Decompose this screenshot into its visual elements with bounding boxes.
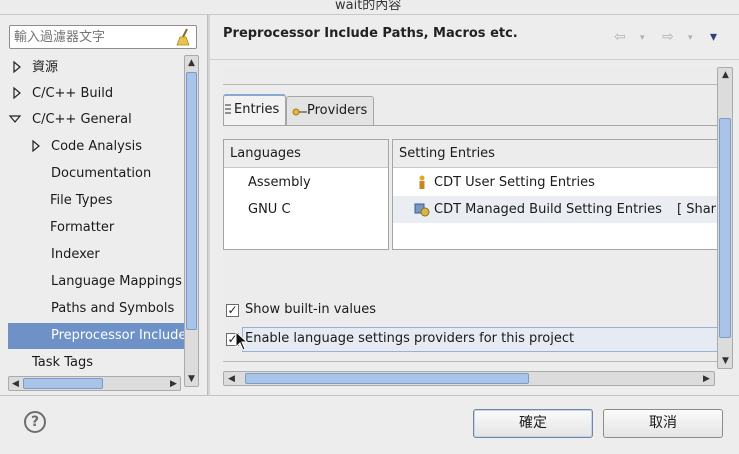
tree-item-label: Code Analysis — [51, 139, 142, 154]
expand-arrow-icon[interactable] — [29, 134, 43, 160]
window-title: wait的內容 — [335, 0, 402, 13]
tree-item-paths-and-symbols[interactable]: Paths and Symbols — [8, 296, 184, 322]
help-icon[interactable]: ? — [24, 411, 46, 433]
separator — [223, 361, 717, 362]
tree-item-label: Formatter — [50, 220, 115, 235]
enable-providers-label[interactable]: Enable language settings providers for t… — [245, 331, 574, 346]
expand-arrow-icon[interactable] — [10, 81, 24, 107]
language-item-gnu-c[interactable]: GNU C — [248, 196, 291, 223]
tab-border — [223, 125, 717, 126]
tree-item-documentation[interactable]: Documentation — [8, 161, 184, 187]
tree-item-label: C/C++ Build — [32, 86, 114, 101]
setting-entry-label: CDT Managed Build Setting Entries — [434, 202, 662, 217]
providers-icon — [292, 108, 307, 116]
tree-item-label: 資源 — [32, 60, 59, 75]
tree-horizontal-scrollbar[interactable]: ◀ ▶ — [8, 376, 181, 391]
filter-input[interactable] — [14, 27, 174, 47]
tree-item-file-types[interactable]: File Types — [8, 188, 184, 214]
tree-item-code-analysis[interactable]: Code Analysis — [8, 134, 184, 160]
scroll-down-icon[interactable]: ▼ — [185, 372, 198, 386]
back-menu-icon[interactable]: ▾ — [640, 33, 645, 43]
tree-item-label: File Types — [50, 193, 113, 208]
expand-arrow-icon[interactable] — [10, 55, 24, 81]
scroll-thumb[interactable] — [719, 118, 731, 338]
ok-button[interactable]: 確定 — [473, 409, 593, 438]
scroll-thumb[interactable] — [245, 373, 529, 384]
tree-item-cpp-general[interactable]: C/C++ General — [8, 107, 184, 133]
tab-label: Entries — [234, 102, 280, 117]
scroll-down-icon[interactable]: ▼ — [719, 354, 732, 368]
setting-entry-label: CDT User Setting Entries — [434, 175, 595, 190]
tab-label: Providers — [307, 103, 368, 118]
tree-item-label: Indexer — [51, 247, 100, 262]
show-builtin-label: Show built-in values — [245, 302, 376, 317]
languages-header: Languages — [224, 140, 388, 168]
language-item-assembly[interactable]: Assembly — [248, 169, 311, 196]
languages-list[interactable]: Languages Assembly GNU C — [223, 139, 389, 250]
managed-build-icon — [414, 203, 430, 217]
filter-box[interactable] — [9, 25, 197, 49]
scroll-thumb[interactable] — [23, 378, 103, 389]
tree-item-label: Paths and Symbols — [51, 301, 175, 316]
tree-item-label: Language Mappings — [51, 274, 182, 289]
button-bar-separator — [0, 395, 739, 396]
page-vertical-scrollbar[interactable]: ▲ ▼ — [717, 67, 733, 369]
scroll-left-icon[interactable]: ◀ — [9, 377, 22, 391]
properties-dialog: 資源 C/C++ Build C/C++ General Code Analys… — [0, 14, 739, 454]
entries-icon — [225, 104, 231, 114]
tree-item-label: Preprocessor Include Paths, Macros etc. — [51, 328, 184, 343]
tab-entries[interactable]: Entries — [223, 94, 287, 126]
forward-icon[interactable]: ⇨ — [662, 29, 674, 45]
scroll-up-icon[interactable]: ▲ — [719, 68, 732, 82]
tree-item-resource[interactable]: 資源 — [8, 55, 184, 81]
cancel-button[interactable]: 取消 — [603, 409, 723, 438]
scroll-up-icon[interactable]: ▲ — [185, 56, 198, 70]
setting-entry-managed-build[interactable]: CDT Managed Build Setting Entries [ Shar — [393, 196, 717, 223]
scroll-left-icon[interactable]: ◀ — [225, 372, 238, 386]
tree-item-label: Task Tags — [32, 355, 93, 370]
setting-entry-user[interactable]: CDT User Setting Entries — [393, 169, 717, 196]
scroll-thumb[interactable] — [186, 72, 197, 330]
page-title: Preprocessor Include Paths, Macros etc. — [223, 26, 518, 41]
view-menu-icon[interactable]: ▾ — [710, 29, 717, 45]
clear-filter-icon[interactable] — [176, 28, 192, 46]
tree-item-task-tags[interactable]: Task Tags — [8, 350, 184, 371]
tree-vertical-scrollbar[interactable]: ▲ ▼ — [184, 55, 199, 387]
preference-tree: 資源 C/C++ Build C/C++ General Code Analys… — [8, 55, 184, 371]
tab-providers[interactable]: Providers — [286, 96, 375, 126]
tree-item-language-mappings[interactable]: Language Mappings — [8, 269, 184, 295]
collapse-arrow-icon[interactable] — [8, 107, 22, 133]
show-builtin-checkbox[interactable]: ✓ — [226, 304, 239, 317]
tree-item-label: C/C++ General — [32, 112, 132, 127]
separator — [223, 84, 717, 85]
right-panel: Preprocessor Include Paths, Macros etc. … — [210, 15, 739, 395]
tree-item-indexer[interactable]: Indexer — [8, 242, 184, 268]
setting-entry-scope: [ Shar — [677, 202, 717, 217]
scroll-right-icon[interactable]: ▶ — [167, 377, 180, 391]
setting-entries-list[interactable]: Setting Entries CDT User Setting Entries… — [392, 139, 717, 250]
tree-item-formatter[interactable]: Formatter — [8, 215, 184, 241]
left-panel: 資源 C/C++ Build C/C++ General Code Analys… — [0, 15, 207, 395]
user-settings-icon — [419, 175, 425, 189]
tree-item-cpp-build[interactable]: C/C++ Build — [8, 81, 184, 107]
forward-menu-icon[interactable]: ▾ — [688, 33, 693, 43]
tree-item-preprocessor-include[interactable]: Preprocessor Include Paths, Macros etc. — [8, 323, 184, 349]
mouse-pointer-icon — [235, 331, 249, 351]
scroll-right-icon[interactable]: ▶ — [700, 372, 713, 386]
page-content: Entries Providers Languages Assembly GNU… — [223, 67, 719, 367]
back-icon[interactable]: ⇦ — [614, 29, 626, 45]
page-horizontal-scrollbar[interactable]: ◀ ▶ — [223, 371, 715, 386]
tree-item-label: Documentation — [51, 166, 152, 181]
title-separator — [210, 59, 739, 60]
setting-entries-header: Setting Entries — [393, 140, 717, 168]
